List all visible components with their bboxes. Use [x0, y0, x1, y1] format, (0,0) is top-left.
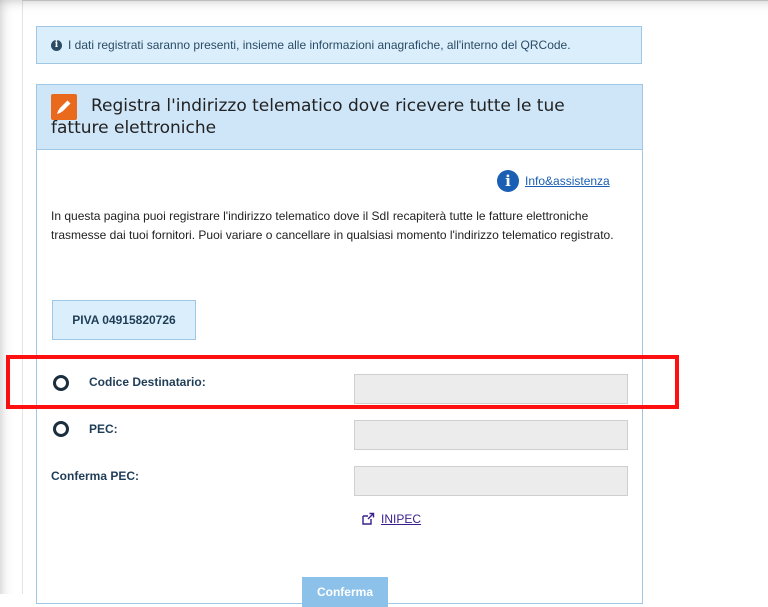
pec-radio[interactable]: [53, 421, 69, 437]
page-description: In questa pagina puoi registrare l'indir…: [51, 209, 614, 242]
codice-destinatario-radio[interactable]: [53, 375, 69, 391]
codice-destinatario-label: Codice Destinatario:: [89, 375, 206, 389]
info-notice-text: I dati registrati saranno presenti, insi…: [68, 38, 571, 52]
page-left-edge: [22, 0, 23, 594]
info-circle-icon[interactable]: i: [497, 170, 519, 192]
inipec-row[interactable]: INIPEC: [361, 512, 421, 526]
piva-badge: PIVA 04915820726: [52, 300, 196, 340]
pec-label: PEC:: [89, 422, 118, 436]
pec-input[interactable]: [354, 420, 628, 450]
codice-destinatario-input[interactable]: [354, 374, 628, 404]
help-row[interactable]: i Info&assistenza: [497, 169, 610, 193]
info-dot-icon: i: [51, 39, 62, 51]
external-link-icon: [362, 512, 375, 525]
page-top-edge: [22, 0, 768, 1]
info-assistenza-link[interactable]: Info&assistenza: [525, 174, 610, 188]
conferma-pec-input[interactable]: [354, 466, 628, 496]
conferma-pec-label: Conferma PEC:: [51, 469, 140, 483]
inipec-link[interactable]: INIPEC: [381, 512, 421, 526]
registration-panel: Registra l'indirizzo telematico dove ric…: [36, 84, 643, 607]
confirm-button[interactable]: Conferma: [302, 577, 388, 607]
panel-header: Registra l'indirizzo telematico dove ric…: [37, 85, 642, 150]
info-notice: i I dati registrati saranno presenti, in…: [36, 26, 642, 64]
panel-title: Registra l'indirizzo telematico dove ric…: [51, 96, 565, 138]
